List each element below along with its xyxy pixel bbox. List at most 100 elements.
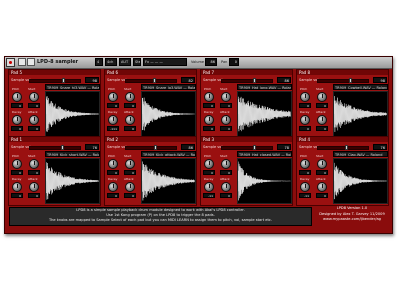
waveform-display[interactable]	[237, 158, 292, 204]
sample-vol-slider[interactable]	[125, 145, 177, 150]
decay-value[interactable]: 0	[11, 193, 23, 198]
start-knob[interactable]	[221, 159, 231, 169]
slider-thumb[interactable]	[154, 145, 157, 150]
decay-value[interactable]: 0	[203, 126, 215, 131]
sample-vol-slider[interactable]	[221, 78, 273, 83]
decay-value[interactable]: -11	[203, 193, 215, 198]
pitch-knob[interactable]	[12, 92, 22, 102]
decay-knob[interactable]	[12, 115, 22, 125]
volume-field[interactable]: 86	[205, 58, 217, 66]
power-icon[interactable]	[6, 58, 15, 67]
slider-thumb[interactable]	[61, 145, 64, 150]
mode-button[interactable]	[18, 58, 26, 66]
sample-vol-slider[interactable]	[317, 145, 369, 150]
pitch-knob[interactable]	[300, 92, 310, 102]
decay-knob[interactable]	[12, 182, 22, 192]
start-knob[interactable]	[125, 159, 135, 169]
start-value[interactable]: 0	[220, 103, 232, 108]
sample-vol-value[interactable]: 78	[277, 144, 291, 150]
slider-thumb[interactable]	[253, 145, 256, 150]
attack-value[interactable]: 0	[220, 193, 232, 198]
start-value[interactable]: 0	[316, 103, 328, 108]
sample-file-select[interactable]: TR909_Kick_short.WAV — Roland	[45, 151, 100, 157]
start-knob[interactable]	[317, 159, 327, 169]
attack-value[interactable]: 0	[124, 126, 136, 131]
attack-knob[interactable]	[125, 182, 135, 192]
pitch-value[interactable]: 0	[299, 103, 311, 108]
mode-select[interactable]: 4	[95, 58, 103, 66]
attack-knob[interactable]	[317, 182, 327, 192]
decay-knob[interactable]	[108, 115, 118, 125]
waveform-display[interactable]	[141, 91, 196, 137]
attack-knob[interactable]	[29, 182, 39, 192]
start-value[interactable]: 0	[316, 170, 328, 175]
start-value[interactable]: 0	[28, 170, 40, 175]
sample-vol-value[interactable]: 82	[181, 77, 195, 83]
attack-knob[interactable]	[29, 115, 39, 125]
start-knob[interactable]	[29, 159, 39, 169]
start-value[interactable]: 0	[220, 170, 232, 175]
pitch-knob[interactable]	[204, 159, 214, 169]
sample-vol-slider[interactable]	[29, 78, 81, 83]
attack-knob[interactable]	[221, 182, 231, 192]
attack-value[interactable]: 0	[28, 126, 40, 131]
decay-knob[interactable]	[204, 182, 214, 192]
stereo-select[interactable]: Ste	[133, 58, 141, 66]
sample-vol-slider[interactable]	[221, 145, 273, 150]
pitch-knob[interactable]	[108, 159, 118, 169]
pitch-knob[interactable]	[12, 159, 22, 169]
sample-vol-slider[interactable]	[317, 78, 369, 83]
preset-select[interactable]: Fx — — —	[143, 58, 187, 66]
sample-file-select[interactable]: TR909_Clap.WAV — Roland	[333, 151, 388, 157]
sample-vol-value[interactable]: 98	[85, 77, 99, 83]
sample-vol-value[interactable]: 98	[373, 77, 387, 83]
channel-select[interactable]: 4ch	[105, 58, 117, 66]
sample-vol-value[interactable]: 76	[85, 144, 99, 150]
decay-knob[interactable]	[300, 115, 310, 125]
waveform-display[interactable]	[45, 158, 100, 204]
sample-vol-slider[interactable]	[29, 145, 81, 150]
pitch-knob[interactable]	[108, 92, 118, 102]
decay-value[interactable]: 0	[107, 193, 119, 198]
sample-vol-value[interactable]: 86	[277, 77, 291, 83]
attack-value[interactable]: 0	[28, 193, 40, 198]
start-value[interactable]: 0	[124, 170, 136, 175]
start-knob[interactable]	[221, 92, 231, 102]
start-value[interactable]: 0	[124, 103, 136, 108]
waveform-display[interactable]	[333, 158, 388, 204]
sample-file-select[interactable]: TR909_Cowbell.WAV — Roland	[333, 84, 388, 90]
slider-thumb[interactable]	[253, 78, 256, 83]
slider-thumb[interactable]	[153, 78, 156, 83]
pan-field[interactable]: 0	[229, 58, 239, 66]
attack-knob[interactable]	[221, 115, 231, 125]
waveform-display[interactable]	[237, 91, 292, 137]
start-knob[interactable]	[125, 92, 135, 102]
start-value[interactable]: 0	[28, 103, 40, 108]
pitch-value[interactable]: 0	[299, 170, 311, 175]
decay-knob[interactable]	[108, 182, 118, 192]
decay-knob[interactable]	[300, 182, 310, 192]
sample-file-select[interactable]: TR909_Snare_hi3.WAV — Roland	[45, 84, 100, 90]
slider-thumb[interactable]	[349, 78, 352, 83]
decay-value[interactable]: -11	[299, 193, 311, 198]
slider-thumb[interactable]	[62, 78, 65, 83]
decay-value[interactable]: 0	[299, 126, 311, 131]
start-knob[interactable]	[29, 92, 39, 102]
decay-value[interactable]: 0	[11, 126, 23, 131]
pitch-value[interactable]: 0	[107, 170, 119, 175]
pitch-knob[interactable]	[300, 159, 310, 169]
decay-knob[interactable]	[204, 115, 214, 125]
sample-file-select[interactable]: TR909_Kick_attack.WAV — Roland	[141, 151, 196, 157]
decay-value[interactable]: -111	[107, 126, 119, 131]
attack-value[interactable]: 0	[124, 193, 136, 198]
auto-select[interactable]: AUT	[119, 58, 131, 66]
pitch-value[interactable]: 0	[203, 170, 215, 175]
start-knob[interactable]	[317, 92, 327, 102]
attack-knob[interactable]	[125, 115, 135, 125]
record-button[interactable]	[27, 58, 35, 66]
pitch-knob[interactable]	[204, 92, 214, 102]
waveform-display[interactable]	[141, 158, 196, 204]
attack-value[interactable]: 0	[220, 126, 232, 131]
sample-file-select[interactable]: TR909_Hat_closed.WAV — Roland	[237, 151, 292, 157]
pitch-value[interactable]: 0	[11, 103, 23, 108]
